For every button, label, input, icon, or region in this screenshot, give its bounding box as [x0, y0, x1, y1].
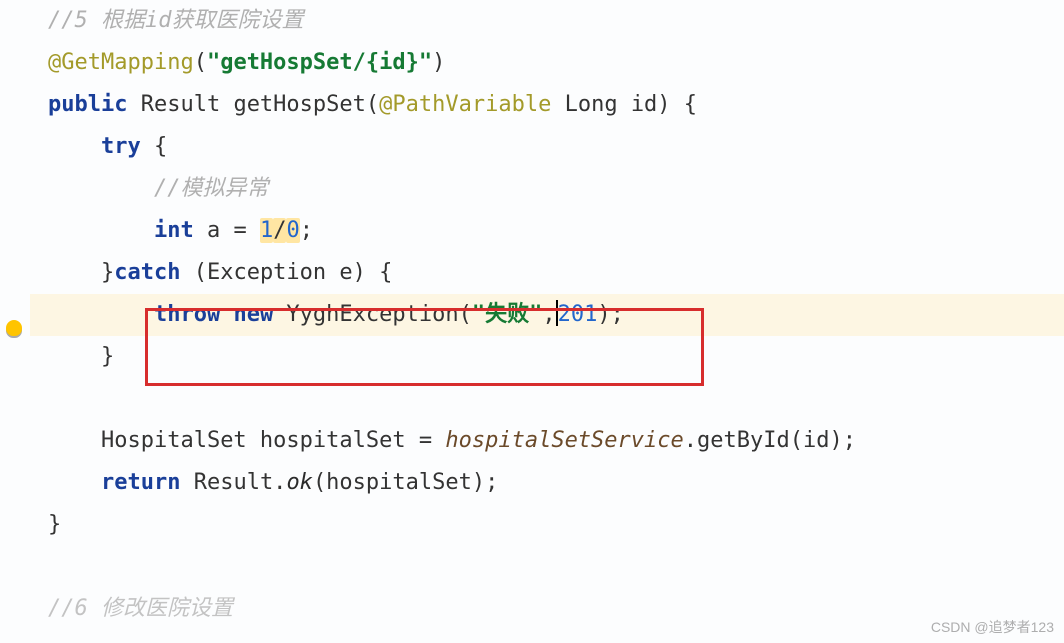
code-line: //5 根据id获取医院设置 [30, 0, 1064, 42]
code-line: int a = 1/0; [30, 210, 1064, 252]
watermark-text: CSDN @追梦者123 [931, 617, 1054, 637]
code-line: //模拟异常 [30, 168, 1064, 210]
code-line: } [30, 504, 1064, 546]
code-line: return Result.ok(hospitalSet); [30, 462, 1064, 504]
code-line: @GetMapping("getHospSet/{id}") [30, 42, 1064, 84]
intention-bulb-icon[interactable] [6, 320, 22, 336]
code-line [30, 378, 1064, 420]
code-line [30, 546, 1064, 588]
code-editor[interactable]: //5 根据id获取医院设置 @GetMapping("getHospSet/{… [30, 0, 1064, 630]
code-line: HospitalSet hospitalSet = hospitalSetSer… [30, 420, 1064, 462]
code-line: }catch (Exception e) { [30, 252, 1064, 294]
code-line: public Result getHospSet(@PathVariable L… [30, 84, 1064, 126]
code-line: try { [30, 126, 1064, 168]
code-line: //6 修改医院设置 [30, 588, 1064, 630]
code-line: } [30, 336, 1064, 378]
code-line-highlighted: throw new YyghException("失败",201); [30, 294, 1064, 336]
comment-text: //5 根据id获取医院设置 [48, 8, 303, 33]
